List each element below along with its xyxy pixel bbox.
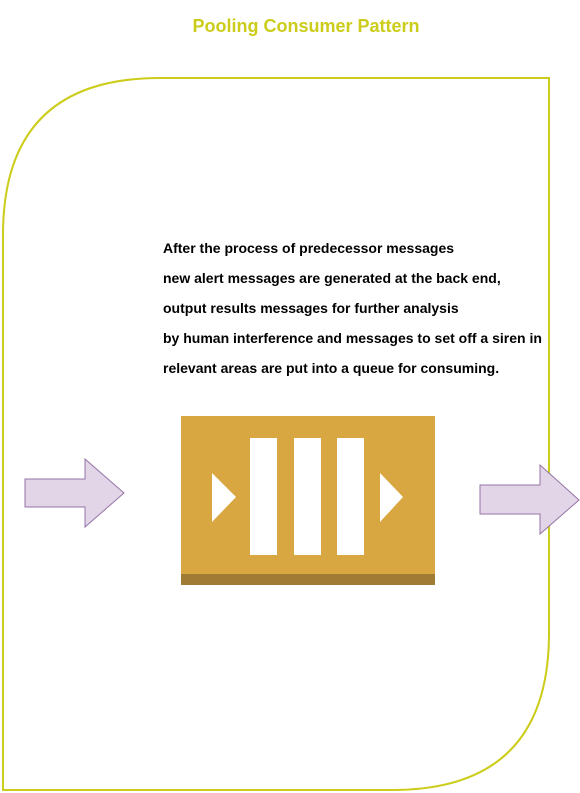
output-arrow-icon bbox=[479, 464, 580, 536]
input-arrow-icon bbox=[24, 458, 125, 529]
boundary-frame bbox=[2, 77, 550, 791]
queue-message-bar bbox=[337, 438, 364, 555]
description-line: output results messages for further anal… bbox=[163, 300, 459, 316]
queue-message-bar bbox=[294, 438, 321, 555]
description-line: relevant areas are put into a queue for … bbox=[163, 360, 500, 376]
message-queue-icon bbox=[181, 416, 435, 585]
description-text: After the process of predecessor message… bbox=[163, 233, 563, 383]
description-line: new alert messages are generated at the … bbox=[163, 270, 501, 286]
queue-message-bar bbox=[250, 438, 277, 555]
description-line: After the process of predecessor message… bbox=[163, 240, 455, 256]
queue-base bbox=[181, 574, 435, 585]
description-line: by human interference and messages to se… bbox=[163, 330, 542, 346]
